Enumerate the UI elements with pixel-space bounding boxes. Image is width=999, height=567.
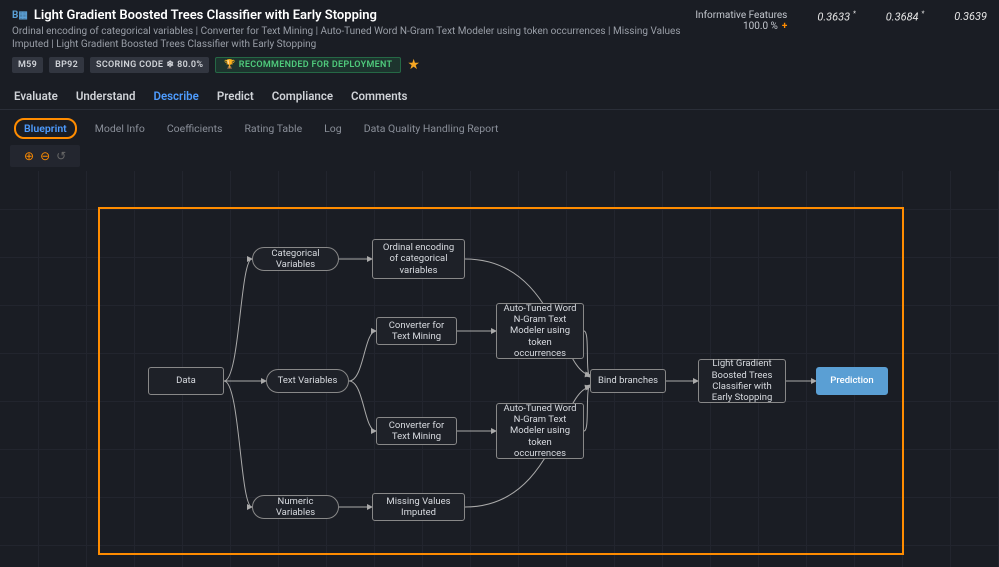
metric-2: 0.3684 * bbox=[886, 10, 924, 24]
sub-tabs: Blueprint Model Info Coefficients Rating… bbox=[0, 110, 999, 145]
subtab-model-info[interactable]: Model Info bbox=[91, 120, 149, 137]
metric-1: 0.3633 * bbox=[817, 10, 855, 24]
node-ngram-2[interactable]: Auto-Tuned Word N-Gram Text Modeler usin… bbox=[496, 403, 584, 459]
subtab-dq-report[interactable]: Data Quality Handling Report bbox=[360, 120, 503, 137]
plus-icon[interactable]: + bbox=[782, 21, 787, 32]
badge-recommended[interactable]: 🏆RECOMMENDED FOR DEPLOYMENT bbox=[215, 57, 401, 73]
node-converter-1[interactable]: Converter for Text Mining bbox=[376, 317, 457, 345]
zoom-in-icon[interactable]: ⊕ bbox=[24, 149, 34, 163]
model-title: Light Gradient Boosted Trees Classifier … bbox=[34, 8, 377, 23]
subtab-rating-table[interactable]: Rating Table bbox=[240, 120, 306, 137]
canvas-toolbar: ⊕ ⊖ ↺ bbox=[10, 145, 80, 167]
subtab-coefficients[interactable]: Coefficients bbox=[163, 120, 227, 137]
tab-compliance[interactable]: Compliance bbox=[272, 89, 333, 109]
tab-comments[interactable]: Comments bbox=[351, 89, 407, 109]
subtab-log[interactable]: Log bbox=[320, 120, 346, 137]
reset-zoom-icon[interactable]: ↺ bbox=[56, 149, 66, 163]
badge-model-id[interactable]: M59 bbox=[12, 57, 43, 73]
node-data[interactable]: Data bbox=[148, 367, 224, 395]
node-lgbt[interactable]: Light Gradient Boosted Trees Classifier … bbox=[698, 359, 786, 403]
trophy-icon: 🏆 bbox=[224, 60, 236, 70]
metric-3: 0.3639 bbox=[954, 10, 987, 23]
tab-evaluate[interactable]: Evaluate bbox=[14, 89, 58, 109]
node-ordinal[interactable]: Ordinal encoding of categorical variable… bbox=[372, 239, 465, 279]
badge-bp-id[interactable]: BP92 bbox=[49, 57, 84, 73]
node-converter-2[interactable]: Converter for Text Mining bbox=[376, 417, 457, 445]
tab-predict[interactable]: Predict bbox=[217, 89, 254, 109]
node-numeric[interactable]: Numeric Variables bbox=[252, 495, 339, 519]
tab-understand[interactable]: Understand bbox=[76, 89, 136, 109]
blueprint-canvas[interactable]: Data Categorical Variables Text Variable… bbox=[0, 171, 999, 567]
tab-describe[interactable]: Describe bbox=[153, 89, 198, 109]
node-bind[interactable]: Bind branches bbox=[590, 369, 666, 393]
informative-features: Informative Features 100.0 %+ bbox=[695, 10, 787, 32]
blueprint-icon: B▦ bbox=[12, 10, 28, 21]
node-prediction[interactable]: Prediction bbox=[816, 367, 888, 395]
badge-scoring-code[interactable]: SCORING CODE❄80.0% bbox=[90, 57, 209, 73]
zoom-out-icon[interactable]: ⊖ bbox=[40, 149, 50, 163]
node-missing[interactable]: Missing Values Imputed bbox=[372, 493, 465, 521]
model-subtitle: Ordinal encoding of categorical variable… bbox=[12, 25, 695, 51]
node-ngram-1[interactable]: Auto-Tuned Word N-Gram Text Modeler usin… bbox=[496, 303, 584, 359]
subtab-blueprint[interactable]: Blueprint bbox=[14, 118, 77, 139]
header-bar: B▦ Light Gradient Boosted Trees Classifi… bbox=[0, 0, 999, 79]
snowflake-icon: ❄ bbox=[166, 60, 174, 70]
node-text-vars[interactable]: Text Variables bbox=[266, 369, 349, 393]
star-icon[interactable]: ★ bbox=[407, 57, 420, 73]
main-tabs: Evaluate Understand Describe Predict Com… bbox=[0, 79, 999, 110]
node-categorical[interactable]: Categorical Variables bbox=[252, 247, 339, 271]
